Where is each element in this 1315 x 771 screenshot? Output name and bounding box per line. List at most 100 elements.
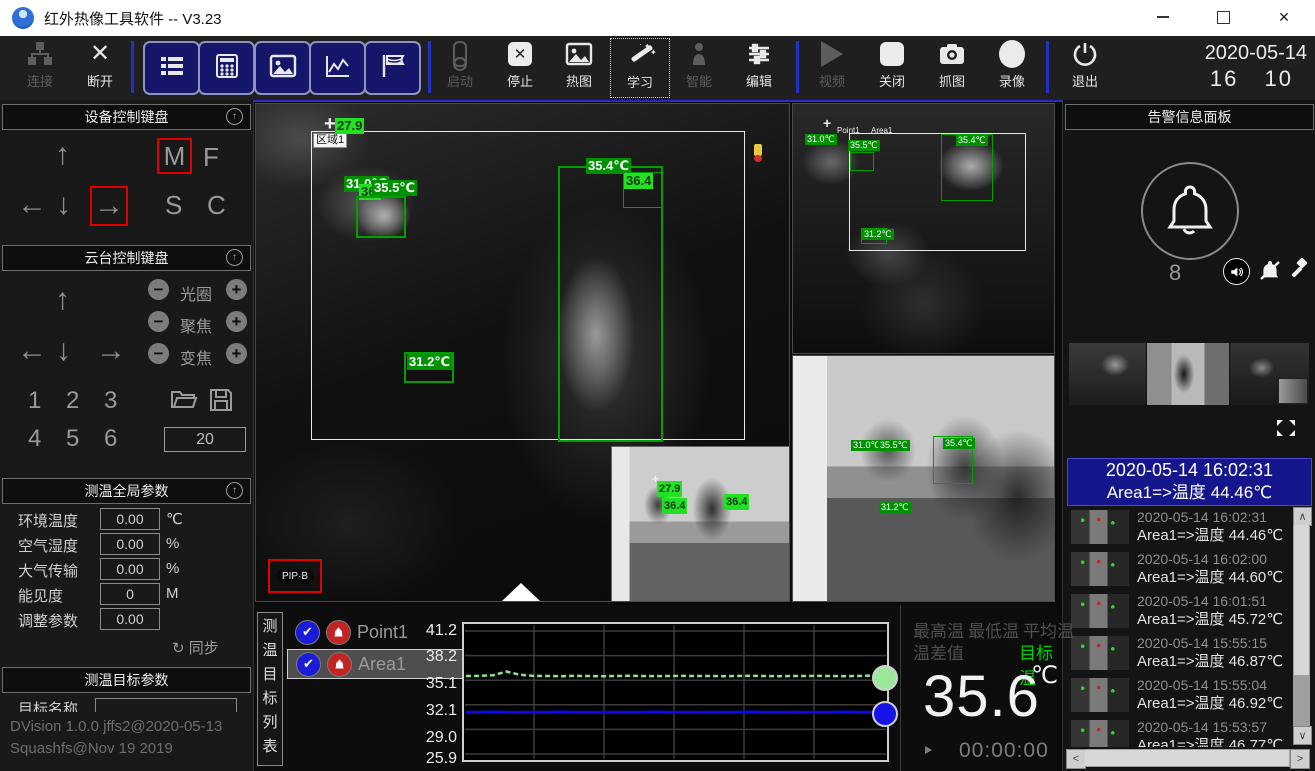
device-list-button[interactable]: [143, 41, 200, 95]
device-key-m-highlight[interactable]: M: [157, 138, 192, 174]
disconnect-button[interactable]: ✕ 断开: [71, 38, 129, 96]
image-view-button[interactable]: [254, 41, 311, 95]
record-button[interactable]: 录像: [983, 38, 1041, 96]
flag-alarm-button[interactable]: [364, 41, 421, 95]
preview-pip-thumb[interactable]: [1230, 343, 1309, 405]
start-button[interactable]: 启动: [431, 38, 489, 96]
scroll-left-button[interactable]: <: [1066, 749, 1086, 769]
stop-button[interactable]: ✕ 停止: [491, 38, 549, 96]
device-right-arrow-button[interactable]: →: [94, 191, 124, 221]
point1-enabled-checkbox[interactable]: ✔: [295, 620, 320, 645]
alarm-list-item[interactable]: 2020-05-14 16:02:31 Area1=>温度 44.46℃: [1065, 507, 1293, 547]
pip-mode-highlight[interactable]: PIP·B: [268, 559, 322, 593]
preset-key-6[interactable]: 6: [104, 425, 117, 453]
preview-visible-thumb[interactable]: [1147, 343, 1229, 405]
ptz-up-arrow-button[interactable]: ↑: [55, 285, 70, 315]
close-button[interactable]: ✕: [1261, 0, 1307, 34]
collapse-up-icon[interactable]: ↑: [226, 249, 243, 266]
vscroll-thumb[interactable]: [1294, 525, 1309, 675]
sync-button[interactable]: ↻ 同步: [172, 637, 219, 658]
low-threshold-handle[interactable]: [872, 701, 898, 727]
device-key-c[interactable]: C: [207, 190, 226, 221]
learn-button[interactable]: ✦✦· 学习: [610, 38, 670, 98]
param-input[interactable]: 0.00: [100, 533, 160, 555]
param-input[interactable]: 0.00: [100, 608, 160, 630]
connect-button[interactable]: 连接: [11, 38, 69, 96]
area1-alarm-toggle[interactable]: [327, 652, 352, 677]
video-button[interactable]: 视频: [803, 38, 861, 96]
device-right-arrow-highlight[interactable]: →: [90, 186, 128, 226]
preset-key-4[interactable]: 4: [28, 425, 41, 453]
alarm-list-item[interactable]: 2020-05-14 15:55:15 Area1=>温度 46.87℃: [1065, 633, 1293, 673]
measure-target-list-tab[interactable]: 测温目标列表: [257, 612, 283, 766]
point1-alarm-toggle[interactable]: [326, 620, 351, 645]
temperature-trend-chart[interactable]: [462, 622, 889, 762]
alarm-list-hscrollbar[interactable]: < >: [1066, 749, 1310, 767]
collapse-up-icon[interactable]: ↑: [226, 482, 243, 499]
maximize-button[interactable]: [1200, 0, 1246, 34]
minimize-button[interactable]: [1140, 0, 1186, 34]
aperture-plus-button[interactable]: +: [226, 279, 247, 300]
edit-button[interactable]: 编辑: [730, 38, 788, 96]
secondary-thermal-view[interactable]: + Point1 Area1 31.0℃ 35.5℃ 35.4℃ 31.2℃: [792, 103, 1055, 354]
device-key-f[interactable]: F: [203, 142, 219, 173]
curve-chart-button[interactable]: [309, 41, 366, 95]
ptz-down-arrow-button[interactable]: ↓: [56, 336, 71, 366]
param-input[interactable]: 0.00: [100, 558, 160, 580]
measure-box-35-5[interactable]: [850, 152, 874, 171]
alarm-preview-strip[interactable]: [1069, 343, 1309, 405]
preset-load-button[interactable]: [170, 387, 198, 416]
alarm-settings-button[interactable]: [1289, 258, 1311, 285]
device-panel-header[interactable]: 设备控制键盘 ↑: [2, 104, 251, 130]
main-thermal-view[interactable]: 区域1 + 27.9 31.0℃ 36. 35.5℃ 35.4℃ 36.4 31…: [255, 103, 790, 602]
alarm-list-item[interactable]: 2020-05-14 16:01:51 Area1=>温度 45.72℃: [1065, 591, 1293, 631]
hscroll-thumb[interactable]: [1085, 750, 1289, 766]
fullscreen-expand-button[interactable]: [1275, 418, 1297, 443]
stat-min-tab[interactable]: 最低温: [968, 617, 1019, 642]
scroll-up-button[interactable]: ∧: [1293, 507, 1312, 526]
alarm-list-item[interactable]: 2020-05-14 16:02:00 Area1=>温度 44.60℃: [1065, 549, 1293, 589]
preset-key-5[interactable]: 5: [66, 425, 79, 453]
ptz-panel-header[interactable]: 云台控制键盘 ↑: [2, 245, 251, 271]
aperture-minus-button[interactable]: −: [148, 279, 169, 300]
preset-key-2[interactable]: 2: [66, 387, 79, 415]
scroll-down-button[interactable]: ∨: [1293, 726, 1312, 745]
ptz-right-arrow-button[interactable]: →: [96, 336, 126, 366]
target-params-header[interactable]: 测温目标参数: [2, 667, 251, 693]
preset-key-3[interactable]: 3: [104, 387, 117, 415]
focus-minus-button[interactable]: −: [148, 311, 169, 332]
device-key-m[interactable]: M: [164, 141, 186, 172]
preview-thermal-thumb[interactable]: [1069, 343, 1147, 405]
splitter-up-triangle[interactable]: [502, 583, 540, 601]
alarm-bell-button[interactable]: [1141, 162, 1239, 260]
device-up-arrow-button[interactable]: ↑: [55, 140, 70, 170]
alarm-list-item[interactable]: 2020-05-14 15:55:04 Area1=>温度 46.92℃: [1065, 675, 1293, 715]
pip-visible-inset[interactable]: + 27.9 36.4 36.4: [611, 446, 790, 602]
device-left-arrow-button[interactable]: ←: [17, 190, 47, 220]
measure-box-35-5[interactable]: [356, 196, 406, 238]
smart-button[interactable]: 智能: [670, 38, 728, 96]
device-down-arrow-button[interactable]: ↓: [56, 190, 71, 220]
preset-key-1[interactable]: 1: [28, 387, 41, 415]
zoom-minus-button[interactable]: −: [148, 343, 169, 364]
close-video-button[interactable]: 关闭: [863, 38, 921, 96]
device-key-s[interactable]: S: [165, 190, 182, 221]
scroll-right-button[interactable]: >: [1290, 749, 1310, 769]
exit-button[interactable]: 退出: [1056, 38, 1114, 96]
alarm-list-item[interactable]: 2020-05-14 15:53:57 Area1=>温度 46.77℃: [1065, 717, 1293, 747]
param-input[interactable]: 0.00: [100, 508, 160, 530]
alarm-list-vscrollbar[interactable]: ∧ ∨: [1293, 507, 1310, 745]
mute-bell-button[interactable]: [1258, 258, 1282, 287]
zoom-plus-button[interactable]: +: [226, 343, 247, 364]
area1-enabled-checkbox[interactable]: ✔: [296, 652, 321, 677]
snapshot-button[interactable]: 抓图: [923, 38, 981, 96]
collapse-up-icon[interactable]: ↑: [226, 108, 243, 125]
calculator-button[interactable]: [198, 41, 255, 95]
ptz-left-arrow-button[interactable]: ←: [17, 336, 47, 366]
high-threshold-handle[interactable]: [872, 665, 898, 691]
stat-diff-tab[interactable]: 温差值: [913, 639, 964, 664]
param-input[interactable]: 0: [100, 583, 160, 605]
focus-plus-button[interactable]: +: [226, 311, 247, 332]
visible-camera-view[interactable]: 31.0℃ 35.5℃ 35.4℃ 31.2℃: [792, 355, 1055, 602]
global-params-header[interactable]: 测温全局参数 ↑: [2, 478, 251, 504]
